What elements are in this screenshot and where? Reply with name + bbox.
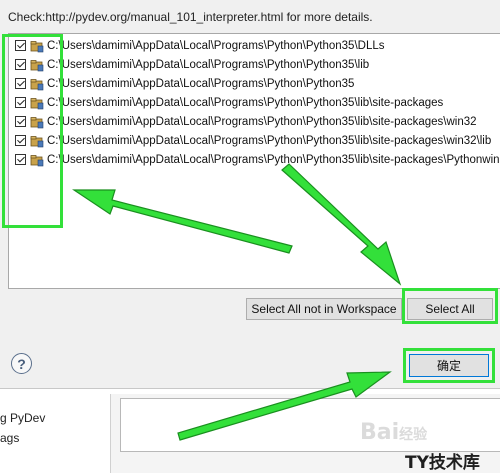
arrow-to-select-all — [281, 163, 402, 286]
baidu-watermark: Bai经验 — [360, 420, 427, 445]
watermark-baidu-suffix: 经验 — [399, 427, 428, 443]
watermark-baidu: Bai — [360, 420, 400, 445]
annotation-arrows — [72, 163, 402, 441]
arrow-to-ok — [177, 371, 392, 441]
site-watermark: TY技术库 — [405, 453, 480, 473]
arrow-to-checkboxes — [72, 189, 293, 254]
